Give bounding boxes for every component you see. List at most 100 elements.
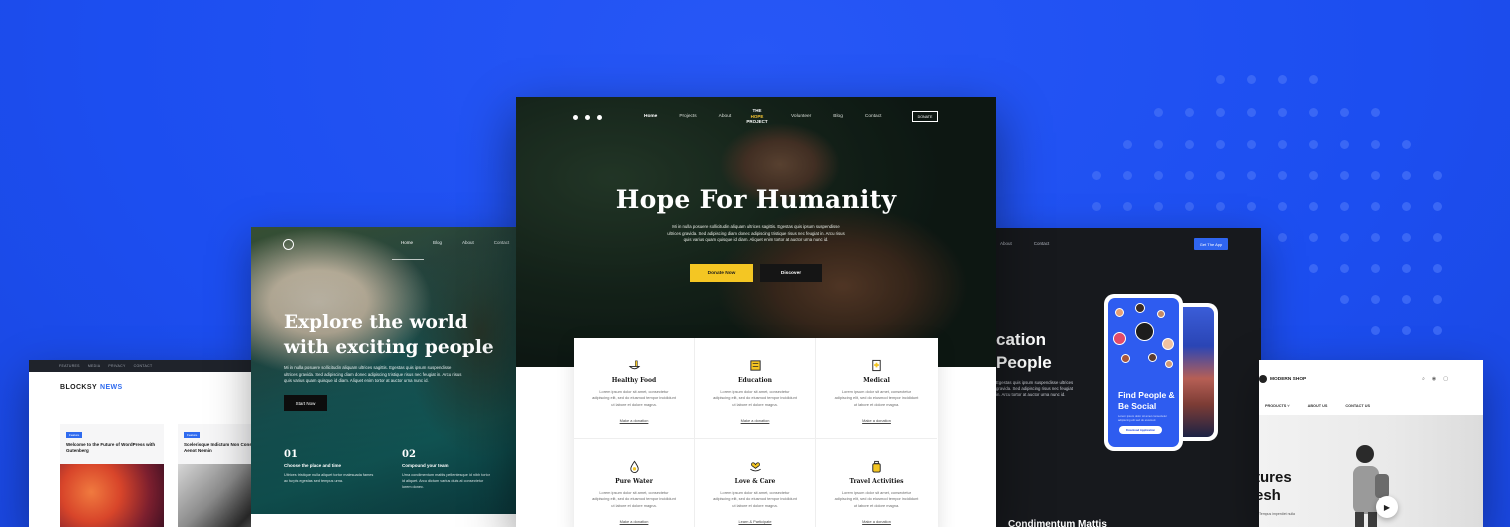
menu-item-products[interactable]: PRODUCTS ˅ <box>1265 404 1290 408</box>
cause-card[interactable]: Medical Lorem ipsum dolor sit amet, cons… <box>816 338 937 439</box>
feature-title: Choose the place and time <box>284 463 342 468</box>
cause-card[interactable]: Pure Water Lorem ipsum dolor sit amet, c… <box>574 439 695 527</box>
travel-nav: Home Blog About Contact <box>251 239 521 251</box>
decorative-dot <box>1278 140 1287 149</box>
nav-link-home[interactable]: Home <box>401 240 413 245</box>
decorative-dot <box>1154 140 1163 149</box>
decorative-dot <box>1247 202 1256 211</box>
decorative-dot <box>1340 140 1349 149</box>
topbar-link[interactable]: CONTACT <box>134 364 153 368</box>
travel-logo-icon[interactable] <box>283 239 294 250</box>
blog-theme-preview[interactable]: FEATURES MEDIA PRIVACY CONTACT BLOCKSY NE… <box>29 360 269 527</box>
feature-number: 01 <box>284 449 298 460</box>
post-tag: Feature <box>184 432 201 438</box>
feature-text: Ultrices tristique nulla aliquet tortor … <box>284 473 374 483</box>
decorative-dot <box>1216 140 1225 149</box>
decorative-dot <box>1123 171 1132 180</box>
topbar-link[interactable]: PRIVACY <box>108 364 125 368</box>
nav-link-about[interactable]: About <box>462 240 474 245</box>
decorative-dot <box>1402 295 1411 304</box>
post-tag: Feature <box>66 432 83 438</box>
decorative-dot <box>1402 171 1411 180</box>
charity-logo[interactable]: THE HOPE PROJECT <box>744 108 770 125</box>
decorative-dot <box>1371 264 1380 273</box>
social-app-theme-preview[interactable]: About Contact Get The App cation People … <box>990 228 1261 527</box>
decorative-dot <box>1154 171 1163 180</box>
decorative-dot <box>1185 171 1194 180</box>
donate-now-button[interactable]: Donate Now <box>690 264 753 282</box>
menu-item-about[interactable]: ABOUT US <box>1308 404 1328 408</box>
nav-link-contact[interactable]: Contact <box>494 240 510 245</box>
travel-theme-preview[interactable]: Home Blog About Contact Explore the worl… <box>251 227 521 527</box>
decorative-dot <box>1185 140 1194 149</box>
cause-card[interactable]: Love & Care Lorem ipsum dolor sit amet, … <box>695 439 816 527</box>
app-section-title: Condimentum Mattis <box>1008 519 1107 527</box>
cause-link[interactable]: Make a donation <box>816 519 937 524</box>
cart-icon[interactable]: ▢ <box>1443 376 1448 382</box>
nav-link-blog[interactable]: Blog <box>833 114 843 119</box>
nav-link-home[interactable]: Home <box>644 114 657 119</box>
shop-logo[interactable]: MODERN SHOP <box>1259 375 1306 383</box>
decorative-dot <box>1092 202 1101 211</box>
cause-title: Pure Water <box>615 478 653 485</box>
decorative-dot <box>1309 140 1318 149</box>
play-icon[interactable]: ▶ <box>1376 496 1398 518</box>
food-icon <box>628 360 641 370</box>
decorative-dot <box>1402 202 1411 211</box>
pinterest-icon[interactable] <box>597 115 602 120</box>
donate-header-button[interactable]: DONATE <box>912 111 938 122</box>
user-icon[interactable]: ◉ <box>1432 376 1436 382</box>
menu-item-contact[interactable]: CONTACT US <box>1345 404 1370 408</box>
decorative-dot <box>1371 233 1380 242</box>
charity-header: Home Projects About THE HOPE PROJECT Vol… <box>516 108 996 131</box>
decorative-dot <box>1247 75 1256 84</box>
education-icon <box>750 360 761 371</box>
nav-link-about[interactable]: About <box>719 114 732 119</box>
decorative-dot <box>1433 202 1442 211</box>
cause-link[interactable]: Learn & Participate <box>695 519 815 524</box>
cause-card[interactable]: Healthy Food Lorem ipsum dolor sit amet,… <box>574 338 695 439</box>
decorative-dot <box>1092 171 1101 180</box>
twitter-icon[interactable] <box>585 115 590 120</box>
charity-theme-preview[interactable]: Home Projects About THE HOPE PROJECT Vol… <box>516 97 996 527</box>
decorative-dot <box>1402 264 1411 273</box>
facebook-icon[interactable] <box>573 115 578 120</box>
decorative-dot <box>1123 202 1132 211</box>
blog-topbar: FEATURES MEDIA PRIVACY CONTACT <box>29 360 269 372</box>
nav-link-volunteer[interactable]: Volunteer <box>791 114 811 119</box>
nav-link-projects[interactable]: Projects <box>679 114 696 119</box>
cause-link[interactable]: Make a donation <box>574 418 694 423</box>
search-icon[interactable]: ⌕ <box>1422 376 1425 382</box>
decorative-dot <box>1402 326 1411 335</box>
topbar-link[interactable]: MEDIA <box>88 364 101 368</box>
topbar-link[interactable]: FEATURES <box>59 364 80 368</box>
nav-link-blog[interactable]: Blog <box>433 240 442 245</box>
decorative-dot <box>1433 295 1442 304</box>
decorative-dot <box>1433 326 1442 335</box>
cause-title: Education <box>737 377 773 384</box>
nav-link-about[interactable]: About <box>1000 241 1012 246</box>
start-now-button[interactable]: Start Now <box>284 395 327 411</box>
cause-card[interactable]: Travel Activities Lorem ipsum dolor sit … <box>816 439 937 527</box>
download-app-button[interactable]: Download Application <box>1119 426 1162 434</box>
cause-link[interactable]: Make a donation <box>816 418 937 423</box>
decorative-dot <box>1309 264 1318 273</box>
decorative-dot <box>1154 202 1163 211</box>
decorative-dot <box>1340 295 1349 304</box>
cause-link[interactable]: Make a donation <box>574 519 694 524</box>
decorative-dot <box>1309 75 1318 84</box>
feature-number: 02 <box>402 449 416 460</box>
post-title[interactable]: Welcome to the Future of WordPress with … <box>66 442 158 454</box>
decorative-dot <box>1216 75 1225 84</box>
cause-link[interactable]: Make a donation <box>695 418 815 423</box>
nav-link-contact[interactable]: Contact <box>1034 241 1050 246</box>
shop-theme-preview[interactable]: MODERN SHOP ⌕ ◉ ▢ PRODUCTS ˅ ABOUT US CO… <box>1259 360 1483 527</box>
decorative-dot <box>1371 202 1380 211</box>
cause-card[interactable]: Education Lorem ipsum dolor sit amet, co… <box>695 338 816 439</box>
discover-button[interactable]: Discover <box>760 264 822 282</box>
feature-title: Compound your team <box>402 463 449 468</box>
blog-post-card[interactable]: Feature Welcome to the Future of WordPre… <box>60 424 164 527</box>
nav-link-contact[interactable]: Contact <box>865 114 882 119</box>
blog-logo[interactable]: BLOCKSY NEWS <box>60 384 123 391</box>
get-the-app-button[interactable]: Get The App <box>1194 238 1228 250</box>
